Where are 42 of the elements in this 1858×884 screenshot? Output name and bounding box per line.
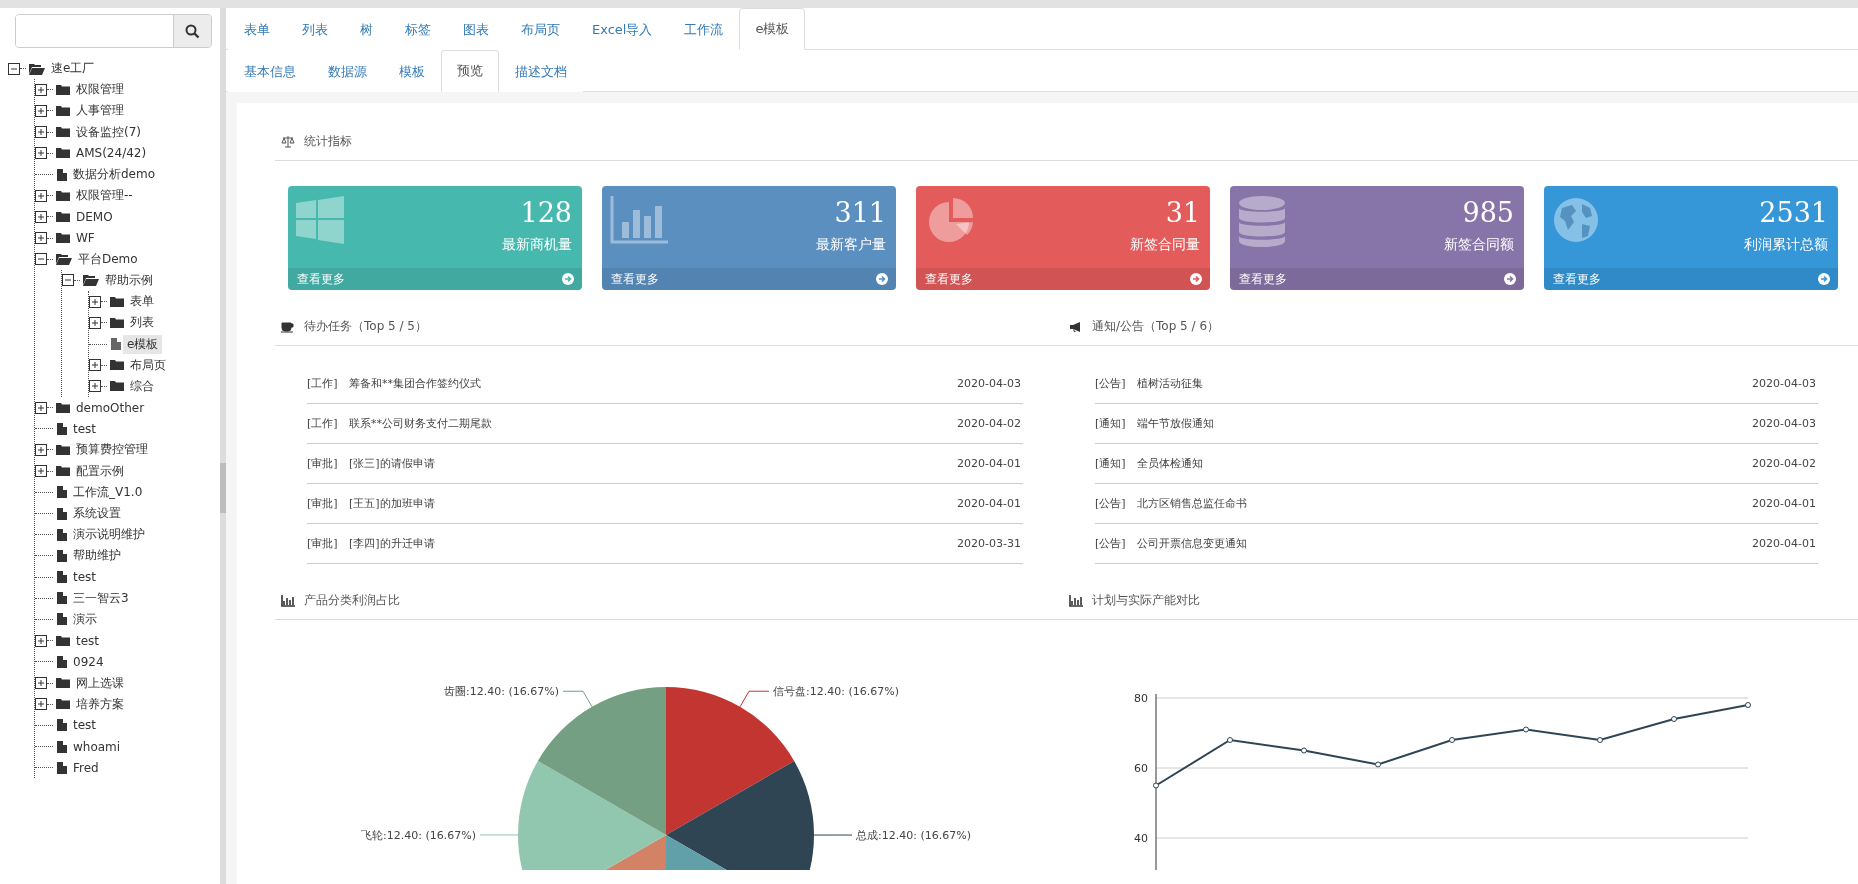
stat-label: 最新客户量 xyxy=(816,236,886,254)
stat-value: 985 xyxy=(1462,196,1514,230)
stat-value: 311 xyxy=(834,196,886,230)
category-tag: [工作] xyxy=(307,416,341,431)
category-tag: [通知] xyxy=(1095,456,1129,471)
stat-label: 新签合同量 xyxy=(1130,236,1200,254)
category-tag: [审批] xyxy=(307,456,341,471)
slice-label: 信号盘:12.40: (16.67%) xyxy=(773,685,899,699)
item-date: 2020-04-02 xyxy=(957,417,1021,430)
axis-tick-label: 60 xyxy=(1134,762,1148,775)
category-tag: [公告] xyxy=(1095,496,1129,511)
category-tag: [工作] xyxy=(307,376,341,391)
item-date: 2020-04-01 xyxy=(957,457,1021,470)
category-tag: [公告] xyxy=(1095,536,1129,551)
category-tag: [审批] xyxy=(307,496,341,511)
slice-label: 飞轮:12.40: (16.67%) xyxy=(361,828,476,842)
item-date: 2020-04-02 xyxy=(1752,457,1816,470)
section-title: 通知/公告（Top 5 / 6） xyxy=(1092,318,1220,335)
category-tag: [审批] xyxy=(307,536,341,551)
item-date: 2020-04-03 xyxy=(1752,417,1816,430)
stat-label: 利润累计总额 xyxy=(1744,236,1828,254)
item-date: 2020-04-03 xyxy=(957,377,1021,390)
stat-value: 128 xyxy=(520,196,572,230)
item-date: 2020-04-01 xyxy=(957,497,1021,510)
category-tag: [公告] xyxy=(1095,376,1129,391)
section-title: 产品分类利润占比 xyxy=(304,592,400,609)
slice-label: 齿圈:12.40: (16.67%) xyxy=(444,685,560,699)
axis-tick-label: 80 xyxy=(1134,692,1148,705)
category-tag: [通知] xyxy=(1095,416,1129,431)
item-date: 2020-03-31 xyxy=(957,537,1021,550)
axis-tick-label: 40 xyxy=(1134,832,1148,845)
stat-value: 2531 xyxy=(1759,196,1828,230)
item-date: 2020-04-01 xyxy=(1752,497,1816,510)
stat-label: 新签合同额 xyxy=(1444,236,1514,254)
stat-value: 31 xyxy=(1165,196,1200,230)
item-date: 2020-04-01 xyxy=(1752,537,1816,550)
item-date: 2020-04-03 xyxy=(1752,377,1816,390)
section-title: 待办任务（Top 5 / 5） xyxy=(304,318,427,335)
section-title: 计划与实际产能对比 xyxy=(1092,592,1200,609)
slice-label: 总成:12.40: (16.67%) xyxy=(856,829,971,843)
section-title: 统计指标 xyxy=(304,133,352,150)
stat-label: 最新商机量 xyxy=(502,236,572,254)
